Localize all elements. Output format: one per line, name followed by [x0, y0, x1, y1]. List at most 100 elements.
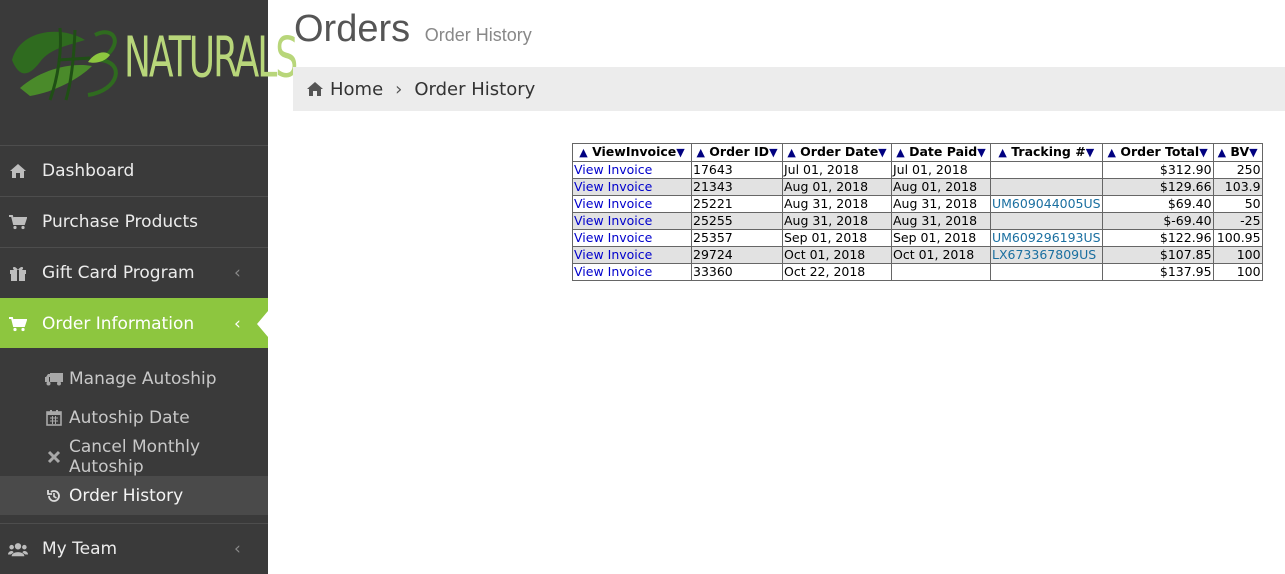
- order-date-cell: Jul 01, 2018: [782, 161, 892, 179]
- order-id-cell: 17643: [691, 161, 783, 179]
- view-invoice-link[interactable]: View Invoice: [574, 247, 652, 262]
- sidebar-item-dashboard[interactable]: Dashboard: [0, 145, 268, 195]
- sort-desc-icon[interactable]: ▼: [1249, 146, 1257, 159]
- table-row: View Invoice 17643 Jul 01, 2018 Jul 01, …: [572, 161, 1263, 179]
- order-date-cell: Aug 31, 2018: [782, 195, 892, 213]
- submenu-item-order-history[interactable]: Order History: [0, 476, 268, 515]
- brand-logo[interactable]: NATURALS: [0, 0, 298, 145]
- order-total-cell: $-69.40: [1101, 212, 1214, 230]
- logo-wordmark: NATURALS: [124, 27, 298, 91]
- column-header-order-total[interactable]: ▲ Order Total▼: [1101, 143, 1214, 162]
- breadcrumb-separator: ›: [395, 78, 403, 100]
- order-id-cell: 25357: [691, 229, 783, 247]
- column-header-date-paid[interactable]: ▲ Date Paid▼: [891, 143, 991, 162]
- bv-cell: -25: [1212, 212, 1263, 230]
- order-id-cell: 21343: [691, 178, 783, 196]
- column-header-label: Order Total: [1120, 144, 1200, 159]
- sort-asc-icon[interactable]: ▲: [896, 146, 904, 159]
- bv-cell: 100: [1212, 263, 1263, 281]
- order-date-cell: Aug 01, 2018: [782, 178, 892, 196]
- sidebar-item-gift-card-program[interactable]: Gift Card Program ‹: [0, 247, 268, 297]
- sort-asc-icon[interactable]: ▲: [696, 146, 704, 159]
- sort-desc-icon[interactable]: ▼: [878, 146, 886, 159]
- sort-desc-icon[interactable]: ▼: [676, 146, 684, 159]
- sort-desc-icon[interactable]: ▼: [769, 146, 777, 159]
- order-date-cell: Sep 01, 2018: [782, 229, 892, 247]
- view-invoice-link[interactable]: View Invoice: [574, 213, 652, 228]
- submenu-item-manage-autoship[interactable]: Manage Autoship: [0, 359, 268, 398]
- tracking-link[interactable]: LX673367809US: [992, 247, 1096, 262]
- column-header-bv[interactable]: ▲ BV▼: [1212, 143, 1263, 162]
- column-header-order-id[interactable]: ▲ Order ID▼: [691, 143, 783, 162]
- view-invoice-link[interactable]: View Invoice: [574, 264, 652, 279]
- submenu-item-label: Manage Autoship: [69, 368, 217, 389]
- column-header-label: ViewInvoice: [592, 144, 677, 159]
- view-invoice-link[interactable]: View Invoice: [574, 230, 652, 245]
- page-title-text: Orders: [294, 8, 411, 50]
- table-row: View Invoice 25357 Sep 01, 2018 Sep 01, …: [572, 229, 1263, 247]
- sort-desc-icon[interactable]: ▼: [977, 146, 985, 159]
- chevron-left-icon: ‹: [234, 538, 241, 559]
- column-header-tracking[interactable]: ▲ Tracking #▼: [990, 143, 1103, 162]
- close-icon: [44, 448, 64, 466]
- order-id-cell: 25255: [691, 212, 783, 230]
- column-header-label: Order Date: [800, 144, 879, 159]
- sidebar-item-label: My Team: [42, 538, 118, 559]
- date-paid-cell: [891, 263, 991, 281]
- sort-asc-icon[interactable]: ▲: [1108, 146, 1116, 159]
- sort-desc-icon[interactable]: ▼: [1199, 146, 1207, 159]
- submenu-item-label: Order History: [69, 485, 184, 506]
- order-date-cell: Oct 22, 2018: [782, 263, 892, 281]
- view-invoice-link[interactable]: View Invoice: [574, 179, 652, 194]
- table-row: View Invoice 29724 Oct 01, 2018 Oct 01, …: [572, 246, 1263, 264]
- sort-asc-icon[interactable]: ▲: [579, 146, 587, 159]
- order-total-cell: $137.95: [1101, 263, 1214, 281]
- column-header-label: Tracking #: [1011, 144, 1086, 159]
- truck-icon: [44, 370, 64, 388]
- order-total-cell: $107.85: [1101, 246, 1214, 264]
- order-total-cell: $122.96: [1101, 229, 1214, 247]
- calendar-icon: [44, 409, 64, 427]
- submenu-item-cancel-monthly-autoship[interactable]: Cancel Monthly Autoship: [0, 437, 268, 477]
- column-header-label: Order ID: [709, 144, 770, 159]
- order-total-cell: $69.40: [1101, 195, 1214, 213]
- chevron-left-icon: ‹: [234, 313, 241, 334]
- submenu-item-label: Autoship Date: [69, 407, 190, 428]
- view-invoice-link[interactable]: View Invoice: [574, 196, 652, 211]
- column-header-view-invoice[interactable]: ▲ ViewInvoice▼: [572, 143, 692, 162]
- cart-icon: [8, 213, 28, 231]
- sidebar-item-purchase-products[interactable]: Purchase Products: [0, 196, 268, 246]
- sidebar-item-label: Dashboard: [42, 160, 135, 181]
- breadcrumb-current: Order History: [414, 78, 536, 100]
- table-row: View Invoice 21343 Aug 01, 2018 Aug 01, …: [572, 178, 1263, 196]
- order-total-cell: $129.66: [1101, 178, 1214, 196]
- sidebar-item-label: Gift Card Program: [42, 262, 195, 283]
- column-header-label: Date Paid: [909, 144, 978, 159]
- date-paid-cell: Sep 01, 2018: [891, 229, 991, 247]
- column-header-order-date[interactable]: ▲ Order Date▼: [782, 143, 892, 162]
- view-invoice-link[interactable]: View Invoice: [574, 162, 652, 177]
- sort-desc-icon[interactable]: ▼: [1086, 146, 1094, 159]
- home-icon: [8, 162, 28, 180]
- breadcrumb-home-link[interactable]: Home: [330, 79, 383, 100]
- sidebar-item-label: Order Information: [42, 313, 195, 334]
- bv-cell: 100: [1212, 246, 1263, 264]
- home-icon: [307, 82, 323, 96]
- sort-asc-icon[interactable]: ▲: [998, 146, 1006, 159]
- table-row: View Invoice 25221 Aug 31, 2018 Aug 31, …: [572, 195, 1263, 213]
- gift-icon: [8, 264, 28, 282]
- order-id-cell: 25221: [691, 195, 783, 213]
- order-id-cell: 33360: [691, 263, 783, 281]
- sort-asc-icon[interactable]: ▲: [1218, 146, 1226, 159]
- bv-cell: 250: [1212, 161, 1263, 179]
- chevron-left-icon: ‹: [234, 262, 241, 283]
- sidebar-item-order-information[interactable]: Order Information ‹: [0, 298, 268, 348]
- tracking-link[interactable]: UM609296193US: [992, 230, 1101, 245]
- sidebar-item-my-team[interactable]: My Team ‹: [0, 523, 268, 573]
- submenu-item-autoship-date[interactable]: Autoship Date: [0, 398, 268, 437]
- tracking-link[interactable]: UM609044005US: [992, 196, 1101, 211]
- bv-cell: 50: [1212, 195, 1263, 213]
- date-paid-cell: Jul 01, 2018: [891, 161, 991, 179]
- table-header-row: ▲ ViewInvoice▼ ▲ Order ID▼ ▲ Order Date▼…: [572, 143, 1263, 162]
- sort-asc-icon[interactable]: ▲: [787, 146, 795, 159]
